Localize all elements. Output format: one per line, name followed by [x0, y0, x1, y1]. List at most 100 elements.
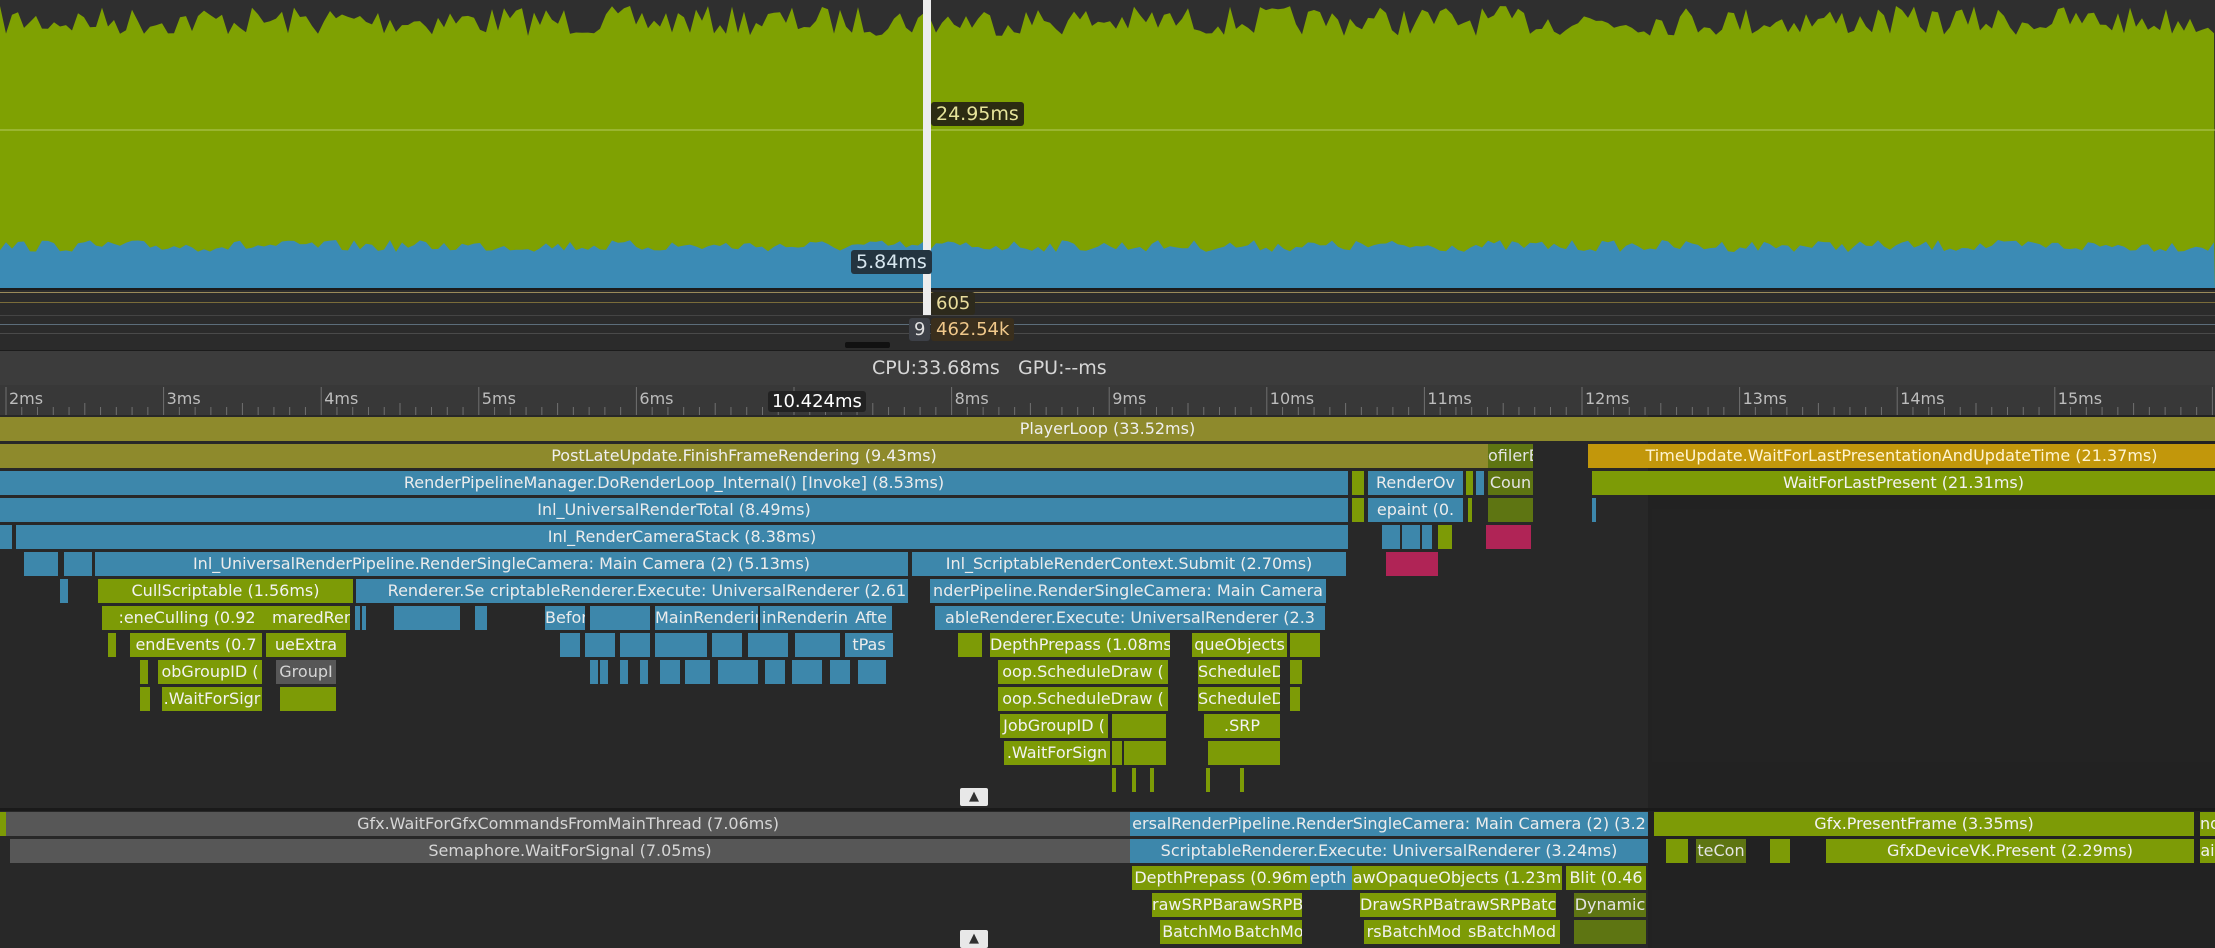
main-thread-marker[interactable]	[355, 606, 360, 630]
main-thread-marker[interactable]: WaitForLastPresent (21.31ms)	[1592, 471, 2215, 495]
render-thread-marker[interactable]: Dynamic	[1574, 893, 1646, 917]
render-thread-marker[interactable]	[1666, 839, 1688, 863]
render-thread-marker[interactable]: DrawSRPBatc	[1360, 893, 1460, 917]
main-thread-marker[interactable]	[590, 606, 650, 630]
main-thread-marker[interactable]: ScheduleD	[1198, 660, 1280, 684]
main-thread-marker[interactable]	[475, 606, 487, 630]
main-thread-marker[interactable]	[1290, 687, 1300, 711]
frame-chart[interactable]: 24.95ms 5.84ms	[0, 0, 2215, 290]
main-thread-marker[interactable]: tPas	[845, 633, 893, 657]
render-thread-marker[interactable]: awOpaqueObjects (1.23m	[1352, 866, 1562, 890]
collapse-main-thread-button[interactable]: ▲	[960, 788, 988, 806]
main-thread-marker[interactable]: JobGroupID (	[1000, 714, 1108, 738]
main-thread-marker[interactable]: criptableRenderer.Execute: UniversalRend…	[488, 579, 908, 603]
main-thread-marker[interactable]: inRenderin	[760, 606, 850, 630]
main-thread-marker[interactable]	[1208, 741, 1280, 765]
main-thread-marker[interactable]	[1438, 525, 1452, 549]
render-thread-marker[interactable]: Gfx.PresentFrame (3.35ms)	[1654, 812, 2194, 836]
main-thread-marker[interactable]: Inl_ScriptableRenderContext.Submit (2.70…	[912, 552, 1346, 576]
main-thread-marker[interactable]: :eneCulling (0.92	[102, 606, 272, 630]
main-thread-marker[interactable]	[394, 606, 420, 630]
main-thread-marker[interactable]	[765, 660, 785, 684]
main-thread-marker[interactable]	[640, 660, 648, 684]
main-thread-marker[interactable]	[64, 552, 92, 576]
main-thread-marker[interactable]	[718, 660, 758, 684]
main-thread-marker[interactable]	[792, 660, 822, 684]
main-thread-marker[interactable]	[620, 660, 628, 684]
render-thread-marker[interactable]: epth (	[1310, 866, 1352, 890]
main-thread-marker[interactable]	[1112, 768, 1116, 792]
main-thread-marker[interactable]	[1240, 768, 1244, 792]
main-thread-marker[interactable]	[795, 633, 840, 657]
main-thread-marker[interactable]	[1124, 741, 1166, 765]
main-thread-marker[interactable]	[660, 660, 680, 684]
main-thread-marker[interactable]	[830, 660, 850, 684]
main-thread-marker[interactable]	[1466, 471, 1473, 495]
main-thread-marker[interactable]	[585, 633, 615, 657]
main-thread-marker[interactable]	[1150, 768, 1154, 792]
main-thread-marker[interactable]: .SRP	[1204, 714, 1280, 738]
render-thread-marker[interactable]: rsBatchMod	[1364, 920, 1464, 944]
render-thread-marker[interactable]: Gfx.WaitForGfxCommandsFromMainThread (7.…	[6, 812, 1130, 836]
main-thread-marker[interactable]	[620, 633, 650, 657]
main-thread-marker[interactable]	[1112, 741, 1122, 765]
main-thread-marker[interactable]	[748, 633, 788, 657]
main-thread-marker[interactable]: Afte	[850, 606, 892, 630]
main-thread-marker[interactable]	[1488, 498, 1533, 522]
main-thread-marker[interactable]: .WaitForSign	[1004, 741, 1110, 765]
main-thread-marker[interactable]: endEvents (0.7	[130, 633, 262, 657]
render-thread-marker[interactable]: Blit (0.46	[1566, 866, 1646, 890]
main-thread-marker[interactable]: CullScriptable (1.56ms)	[98, 579, 353, 603]
render-thread-marker[interactable]: BatchMo	[1160, 920, 1234, 944]
main-thread-marker[interactable]	[1132, 768, 1136, 792]
render-thread-marker[interactable]: ai	[2200, 839, 2215, 863]
main-thread-marker[interactable]	[1386, 552, 1438, 576]
main-thread-marker[interactable]	[600, 660, 608, 684]
main-thread-marker[interactable]	[1112, 714, 1166, 738]
main-thread-marker[interactable]: ScheduleD	[1198, 687, 1280, 711]
render-thread-marker[interactable]: rawSRPBatc	[1460, 893, 1556, 917]
main-thread-marker[interactable]: Coun	[1488, 471, 1533, 495]
main-thread-marker[interactable]	[685, 660, 710, 684]
main-thread-marker[interactable]: Inl_RenderCameraStack (8.38ms)	[16, 525, 1348, 549]
main-thread-marker[interactable]	[1352, 471, 1364, 495]
main-thread-marker[interactable]	[560, 633, 580, 657]
main-thread-marker[interactable]	[1206, 768, 1210, 792]
main-thread-marker[interactable]: queObjects	[1192, 633, 1287, 657]
main-thread-marker[interactable]	[1486, 525, 1531, 549]
render-thread-marker[interactable]: rawSRPB	[1232, 893, 1302, 917]
main-thread-marker[interactable]	[108, 633, 116, 657]
main-thread-marker[interactable]: PlayerLoop (33.52ms)	[0, 417, 2215, 441]
time-ruler[interactable]: 2ms3ms4ms5ms6ms7ms8ms9ms10ms11ms12ms13ms…	[0, 385, 2215, 415]
render-thread-marker[interactable]: teCon	[1696, 839, 1746, 863]
main-thread-marker[interactable]: ofilerE	[1488, 444, 1533, 468]
main-thread-marker[interactable]: oop.ScheduleDraw (	[998, 660, 1168, 684]
main-thread-marker[interactable]: oop.ScheduleDraw (	[998, 687, 1168, 711]
render-thread-marker[interactable]: rawSRPBat	[1152, 893, 1232, 917]
main-thread-marker[interactable]	[1476, 471, 1484, 495]
main-thread-marker[interactable]	[1290, 633, 1320, 657]
main-thread-marker[interactable]	[280, 687, 336, 711]
main-thread-marker[interactable]: MainRenderin	[655, 606, 758, 630]
main-thread-marker[interactable]: PostLateUpdate.FinishFrameRendering (9.4…	[0, 444, 1488, 468]
main-thread-marker[interactable]	[655, 633, 707, 657]
render-thread-marker[interactable]: ersalRenderPipeline.RenderSingleCamera: …	[1130, 812, 1648, 836]
main-thread-marker[interactable]	[1592, 498, 1596, 522]
main-thread-marker[interactable]	[1352, 498, 1364, 522]
main-thread-marker[interactable]: Inl_UniversalRenderTotal (8.49ms)	[0, 498, 1348, 522]
main-thread-marker[interactable]	[590, 660, 598, 684]
main-thread-marker[interactable]: obGroupID (	[158, 660, 262, 684]
main-thread-marker[interactable]	[60, 579, 68, 603]
main-thread-marker[interactable]: epaint (0.	[1368, 498, 1463, 522]
main-thread-marker[interactable]	[1380, 525, 1432, 549]
main-thread-marker[interactable]: Inl_UniversalRenderPipeline.RenderSingle…	[95, 552, 908, 576]
render-thread-marker[interactable]: sBatchMod	[1464, 920, 1560, 944]
render-thread-marker[interactable]	[1574, 920, 1646, 944]
main-thread-marker[interactable]: RenderOv	[1368, 471, 1463, 495]
main-thread-marker[interactable]	[140, 687, 150, 711]
main-thread-marker[interactable]	[858, 660, 886, 684]
counter-graph[interactable]: 605 9 462.54k	[0, 290, 2215, 350]
main-thread-marker[interactable]: Befor	[545, 606, 585, 630]
main-thread-marker[interactable]: maredRend	[272, 606, 350, 630]
main-thread-marker[interactable]	[1468, 498, 1472, 522]
